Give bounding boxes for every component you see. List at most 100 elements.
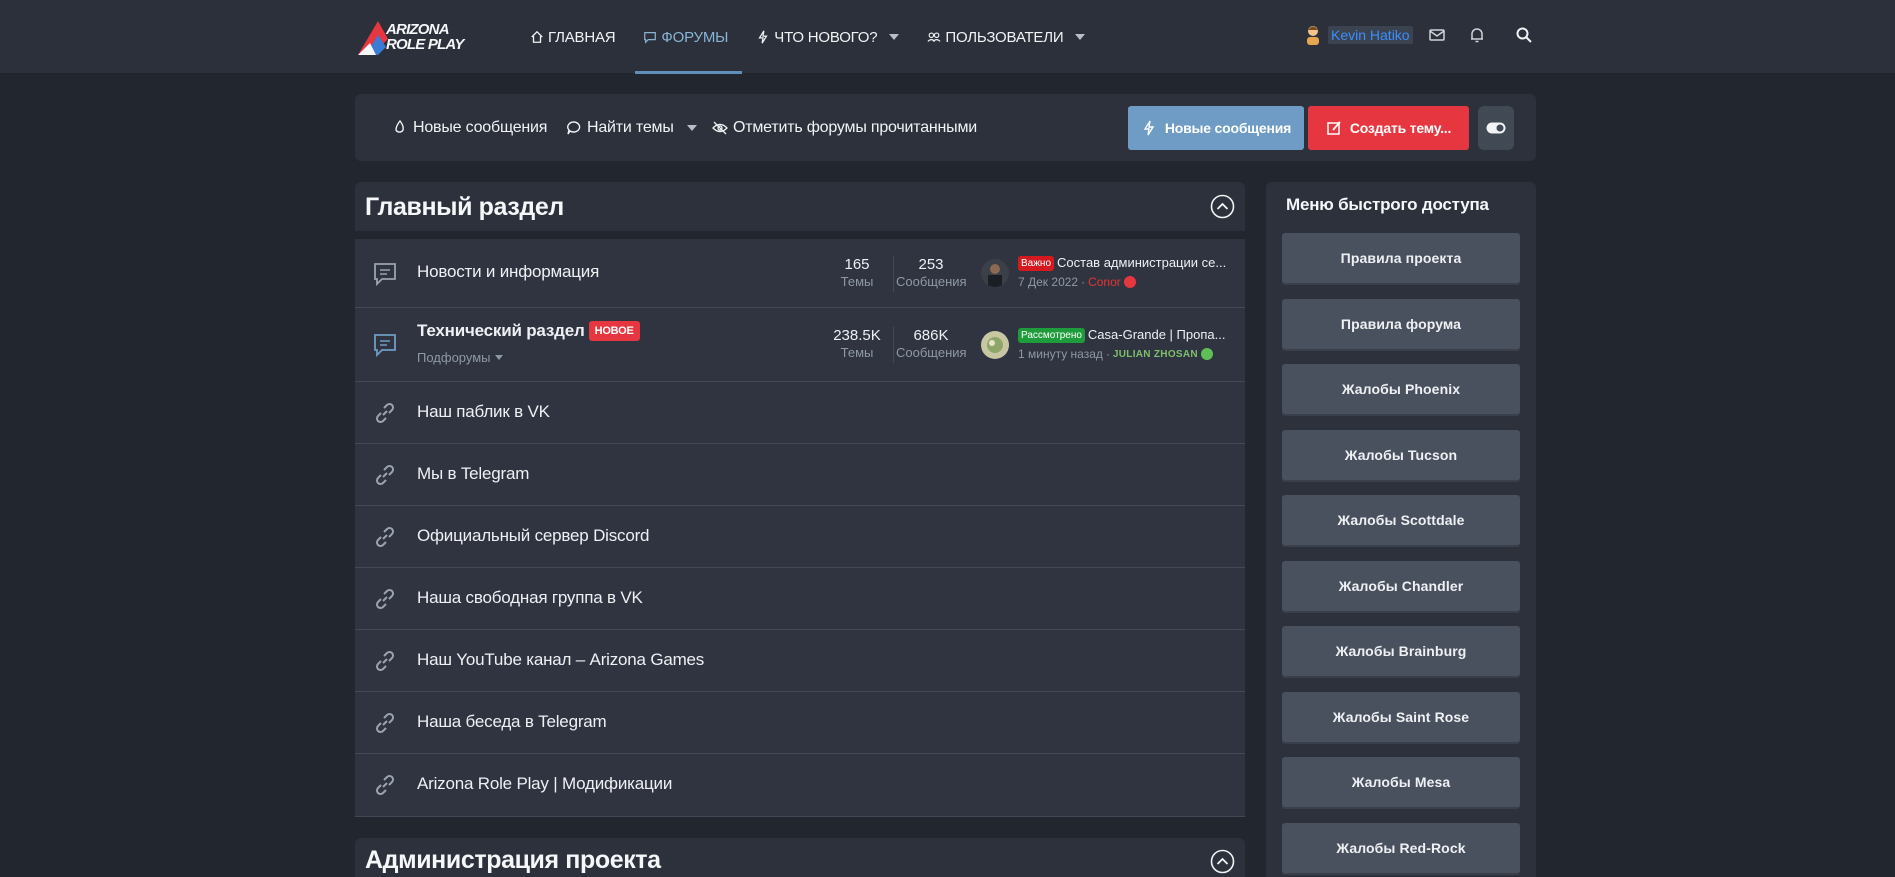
- bell-icon[interactable]: [1468, 26, 1486, 44]
- mark-forums-read-link[interactable]: Отметить форумы прочитанными: [712, 119, 977, 137]
- threads-count: 165: [844, 256, 870, 273]
- link-icon: [375, 588, 395, 610]
- create-thread-button-label: Создать тему...: [1349, 120, 1452, 136]
- link-icon: [375, 650, 395, 672]
- link-title[interactable]: Наша беседа в Telegram: [417, 712, 607, 732]
- quick-link-complaints-chandler[interactable]: Жалобы Chandler: [1282, 561, 1520, 611]
- avatar[interactable]: [981, 331, 1009, 359]
- forum-row-news[interactable]: Новости и информация 165 Темы 253 Сообще…: [355, 239, 1245, 308]
- link-row-modifications[interactable]: Arizona Role Play | Модификации: [355, 754, 1245, 817]
- messages-label: Сообщения: [896, 345, 967, 360]
- create-thread-button[interactable]: Создать тему...: [1308, 106, 1469, 150]
- user-avatar-icon: [1307, 26, 1319, 45]
- admin-section-header: Администрация проекта: [355, 838, 1245, 877]
- users-icon: [927, 32, 941, 42]
- chevron-down-icon[interactable]: [1075, 34, 1086, 40]
- link-icon: [375, 464, 395, 486]
- link-icon: [375, 402, 395, 424]
- collapse-icon[interactable]: [1210, 194, 1235, 219]
- link-title[interactable]: Наш паблик в VK: [417, 402, 550, 422]
- link-row-youtube[interactable]: Наш YouTube канал – Arizona Games: [355, 630, 1245, 692]
- find-threads-label: Найти темы: [587, 119, 674, 136]
- link-title[interactable]: Arizona Role Play | Модификации: [417, 774, 672, 794]
- chevron-down-icon[interactable]: [686, 125, 697, 131]
- link-icon: [375, 526, 395, 548]
- last-post-title[interactable]: Важно Состав администрации се...: [1018, 255, 1233, 271]
- search-icon[interactable]: [1515, 26, 1533, 44]
- verified-icon: [1200, 348, 1213, 360]
- nav-users[interactable]: ПОЛЬЗОВАТЕЛИ: [927, 0, 1099, 74]
- new-posts-button[interactable]: Новые сообщения: [1128, 106, 1304, 150]
- messages-count: 253: [918, 256, 944, 273]
- threads-stat: 165 Темы: [822, 256, 892, 289]
- link-icon: [375, 712, 395, 734]
- verified-icon: [1123, 276, 1136, 288]
- admin-section-title[interactable]: Администрация проекта: [365, 846, 661, 875]
- last-post-user[interactable]: JULIAN ZHOSAN: [1113, 349, 1198, 360]
- forum-title-text: Технический раздел: [417, 321, 585, 340]
- main-section-title[interactable]: Главный раздел: [365, 193, 564, 222]
- chevron-down-icon: [494, 355, 503, 360]
- separator: ·: [1081, 275, 1086, 289]
- new-posts-link[interactable]: Новые сообщения: [392, 119, 547, 137]
- chat-icon: [567, 121, 581, 135]
- quick-link-complaints-scottdale[interactable]: Жалобы Scottdale: [1282, 495, 1520, 545]
- theme-toggle-button[interactable]: [1478, 106, 1514, 150]
- chevron-down-icon[interactable]: [889, 34, 900, 40]
- link-row-telegram-chat[interactable]: Наша беседа в Telegram: [355, 692, 1245, 754]
- nav-users-label: ПОЛЬЗОВАТЕЛИ: [945, 28, 1064, 46]
- last-post-title[interactable]: Рассмотрено Casa-Grande | Пропа...: [1018, 327, 1233, 343]
- prefix-badge: Важно: [1018, 256, 1055, 271]
- nav-home-label: ГЛАВНАЯ: [548, 28, 616, 46]
- quick-link-complaints-mesa[interactable]: Жалобы Mesa: [1282, 757, 1520, 807]
- nav-home[interactable]: ГЛАВНАЯ: [530, 0, 629, 74]
- quick-link-complaints-phoenix[interactable]: Жалобы Phoenix: [1282, 364, 1520, 414]
- link-title[interactable]: Наш YouTube канал – Arizona Games: [417, 650, 704, 670]
- quick-link-complaints-tucson[interactable]: Жалобы Tucson: [1282, 430, 1520, 480]
- messages-stat: 686K Сообщения: [896, 327, 967, 360]
- top-navigation-bar: ARIZONA ROLE PLAY ГЛАВНАЯ ФОРУМЫ ЧТО НОВ…: [0, 0, 1895, 74]
- threads-count: 238.5K: [833, 327, 881, 344]
- nav-whats-new[interactable]: ЧТО НОВОГО?: [756, 0, 913, 74]
- quick-link-complaints-saint-rose[interactable]: Жалобы Saint Rose: [1282, 692, 1520, 742]
- forum-chat-icon: [374, 334, 396, 358]
- last-post-date[interactable]: 1 минуту назад: [1018, 347, 1103, 361]
- quick-link-complaints-red-rock[interactable]: Жалобы Red-Rock: [1282, 823, 1520, 873]
- last-post-meta: 1 минуту назад · JULIAN ZHOSAN: [1018, 347, 1213, 361]
- avatar[interactable]: [981, 259, 1009, 287]
- link-row-discord[interactable]: Официальный сервер Discord: [355, 506, 1245, 568]
- link-title[interactable]: Мы в Telegram: [417, 464, 529, 484]
- forum-title[interactable]: Новости и информация: [417, 262, 599, 282]
- link-row-telegram[interactable]: Мы в Telegram: [355, 444, 1245, 506]
- messages-label: Сообщения: [896, 274, 967, 289]
- new-posts-button-label: Новые сообщения: [1164, 120, 1292, 136]
- fire-icon: [395, 120, 404, 133]
- user-menu[interactable]: Kevin Hatiko: [1304, 24, 1413, 46]
- quick-link-project-rules[interactable]: Правила проекта: [1282, 233, 1520, 283]
- threads-label: Темы: [840, 345, 874, 360]
- messages-count: 686K: [913, 327, 949, 344]
- home-icon: [531, 30, 543, 43]
- logo-line-1: ARIZONA: [386, 21, 450, 38]
- mail-icon[interactable]: [1428, 26, 1446, 44]
- link-row-vk-group[interactable]: Наша свободная группа в VK: [355, 568, 1245, 630]
- forum-row-technical[interactable]: Технический раздел НОВОЕ Подфорумы 238.5K…: [355, 308, 1245, 382]
- last-post-date[interactable]: 7 Дек 2022: [1018, 275, 1078, 289]
- logo-text[interactable]: ARIZONA ROLE PLAY: [386, 22, 464, 52]
- collapse-icon[interactable]: [1210, 849, 1235, 874]
- last-post-title-text: Casa-Grande | Пропа...: [1087, 327, 1226, 342]
- find-threads-link[interactable]: Найти темы: [566, 119, 697, 137]
- new-posts-label: Новые сообщения: [413, 119, 548, 136]
- last-post-user[interactable]: Conor: [1088, 275, 1121, 289]
- subforums-toggle[interactable]: Подфорумы: [417, 350, 503, 365]
- forum-title[interactable]: Технический раздел НОВОЕ: [417, 321, 640, 341]
- nav-forums[interactable]: ФОРУМЫ: [635, 0, 743, 74]
- quick-link-complaints-brainburg[interactable]: Жалобы Brainburg: [1282, 626, 1520, 676]
- forum-chat-icon: [374, 263, 396, 287]
- edit-icon: [1327, 121, 1341, 135]
- user-name[interactable]: Kevin Hatiko: [1328, 26, 1413, 44]
- quick-link-forum-rules[interactable]: Правила форума: [1282, 299, 1520, 349]
- link-row-vk[interactable]: Наш паблик в VK: [355, 382, 1245, 444]
- link-title[interactable]: Официальный сервер Discord: [417, 526, 650, 546]
- link-title[interactable]: Наша свободная группа в VK: [417, 588, 643, 608]
